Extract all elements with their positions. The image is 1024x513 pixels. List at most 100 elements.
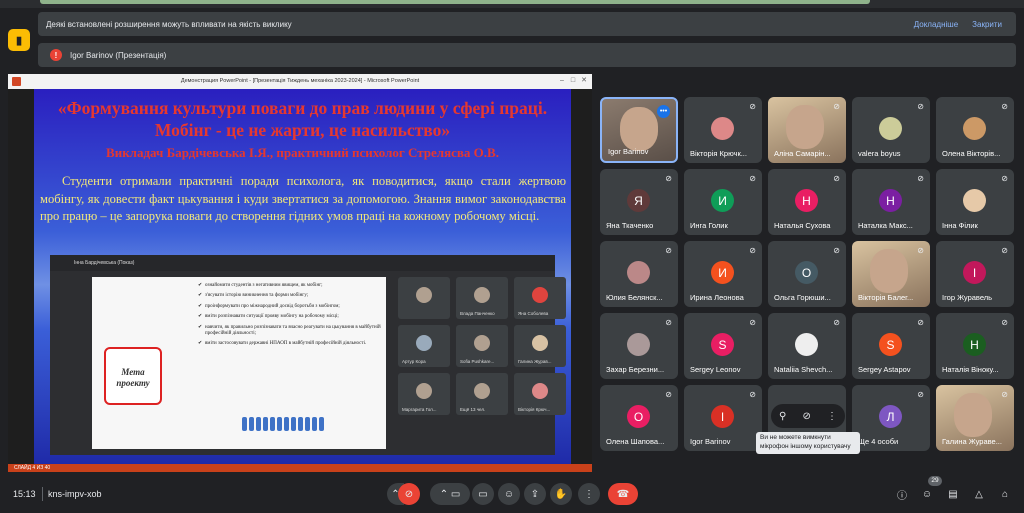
inner-tile: Яна Соболева	[514, 277, 566, 319]
participant-name: Наталья Сухова	[774, 221, 831, 230]
participant-tile[interactable]: I ⊘ Igor Barinov	[684, 385, 762, 451]
ppt-window-title: Демонстрация PowerPoint - [Презентація Т…	[8, 74, 592, 89]
activities-icon[interactable]: △	[970, 485, 988, 503]
camera-button[interactable]: ⌃ ▭	[430, 483, 470, 505]
inner-tile-name: Галина Журав...	[518, 359, 552, 364]
participant-name: Юлия Белянск...	[606, 293, 663, 302]
participant-name: Nataliia Shevch...	[774, 365, 833, 374]
captions-icon[interactable]: ▭	[472, 483, 494, 505]
participant-tile[interactable]: ••• Igor Barinov	[600, 97, 678, 163]
participant-tile[interactable]: Н ⊘ Наталья Сухова	[768, 169, 846, 235]
close-window-icon[interactable]: ✕	[580, 77, 588, 85]
goal-item: з'ясувати історію виникнення та форми мо…	[198, 293, 383, 300]
participant-name: Igor Barinov	[608, 147, 649, 156]
avatar: О	[627, 405, 650, 428]
mic-off-icon: ⊘	[749, 102, 756, 111]
participant-tile[interactable]: Я ⊘ Яна Ткаченко	[600, 169, 678, 235]
presentation-banner: ! Igor Barinov (Презентація)	[38, 43, 1016, 67]
mic-off-icon: ⊘	[665, 246, 672, 255]
participant-tile[interactable]: ⊘ Вікторія Балег...	[852, 241, 930, 307]
more-options-icon[interactable]: ⋮	[578, 483, 600, 505]
participant-tile[interactable]: ⊘ valera boyus	[852, 97, 930, 163]
participant-tile[interactable]: ⊘ Захар Березни...	[600, 313, 678, 379]
raise-hand-icon[interactable]: ✋	[550, 483, 572, 505]
participant-name: valera boyus	[858, 149, 901, 158]
participant-name: Захар Березни...	[606, 365, 665, 374]
video-feed	[786, 105, 824, 149]
participant-tile[interactable]: ⊘ Юлия Белянск...	[600, 241, 678, 307]
participant-tile[interactable]: ⊘ Олена Вікторів...	[936, 97, 1014, 163]
participant-tile[interactable]: І ⊘ Ігор Журавель	[936, 241, 1014, 307]
participant-name: Вікторія Крючк...	[690, 149, 747, 158]
details-link[interactable]: Докладніше	[914, 20, 958, 29]
participant-tile[interactable]: И ⊘ Ирина Леонова	[684, 241, 762, 307]
goal-item: навчити, як правильно розпізнавати та вч…	[198, 325, 383, 338]
inner-tile: Артур Кора	[398, 325, 450, 367]
participant-name: Sergey Leonov	[690, 365, 741, 374]
close-link[interactable]: Закрити	[972, 20, 1002, 29]
inner-tile-name: Ещё 13 чел.	[460, 407, 486, 412]
avatar	[963, 117, 986, 140]
pin-icon[interactable]: ⚲	[779, 411, 786, 422]
mic-off-icon: ⊘	[833, 174, 840, 183]
maximize-icon[interactable]: □	[569, 77, 577, 85]
info-icon[interactable]: ⓘ	[893, 485, 911, 503]
mic-off-icon: ⊘	[917, 318, 924, 327]
clock: 15:13	[13, 489, 36, 499]
ppt-title-text: Демонстрация PowerPoint - [Презентація Т…	[180, 78, 420, 84]
participant-tile[interactable]: ⊘ Інна Філик	[936, 169, 1014, 235]
participant-tile[interactable]: Н ⊘ Наталія Віноку...	[936, 313, 1014, 379]
participant-name: Аліна Самарін...	[774, 149, 831, 158]
activities-tile-icon[interactable]: ▮	[8, 29, 30, 51]
emoji-icon[interactable]: ☺	[498, 483, 520, 505]
inner-tile: Влада Панченко	[456, 277, 508, 319]
participant-tile[interactable]: ⊘ Галина Жураве...	[936, 385, 1014, 451]
presentation-alert-icon: !	[50, 49, 62, 61]
meta-project-sign: Мета проекту	[104, 347, 162, 405]
mic-off-icon: ⊘	[665, 318, 672, 327]
inner-avatar	[474, 287, 490, 303]
participant-tile[interactable]: Л ⊘ Ще 4 особи	[852, 385, 930, 451]
participant-tile[interactable]: ⊘ Аліна Самарін...	[768, 97, 846, 163]
end-call-button[interactable]: ☎	[608, 483, 638, 505]
inner-tile-name: Вікторія Крюч...	[518, 407, 551, 412]
goals-list: ознайомити студентів з негативним явищем…	[198, 283, 383, 352]
participant-tile[interactable]: О ⊘ Ольга Горюши...	[768, 241, 846, 307]
inner-tile: Sofia Pushkare...	[456, 325, 508, 367]
mic-off-icon: ⊘	[1001, 318, 1008, 327]
participant-name: Ольга Горюши...	[774, 293, 831, 302]
inner-header: Інна Бардічевська (Показ)	[50, 255, 555, 271]
inner-tile: Вікторія Крюч...	[514, 373, 566, 415]
goal-item: вміти застосовувати державні НПАОП в май…	[198, 341, 383, 348]
mic-off-icon: ⊘	[665, 390, 672, 399]
goal-item: проінформувати про міжнародний досвід бо…	[198, 304, 383, 311]
participant-tile[interactable]: И ⊘ Инга Голик	[684, 169, 762, 235]
people-icon[interactable]: ☺	[918, 485, 936, 503]
more-options-icon[interactable]: •••	[657, 105, 670, 118]
mic-off-icon: ⊘	[749, 318, 756, 327]
participant-tile[interactable]: ⊘ Nataliia Shevch...	[768, 313, 846, 379]
inner-tile: Ещё 13 чел.	[456, 373, 508, 415]
mic-off-icon: ⊘	[749, 174, 756, 183]
inner-avatar	[416, 287, 432, 303]
mic-off-icon: ⊘	[833, 102, 840, 111]
mic-off-icon: ⊘	[1001, 174, 1008, 183]
meeting-code: kns-impv-xob	[48, 489, 102, 499]
inner-participant-grid: Влада Панченко Яна Соболева Артур Кора S…	[398, 277, 566, 415]
chat-icon[interactable]: ▤	[944, 485, 962, 503]
minimize-icon[interactable]: –	[558, 77, 566, 85]
present-icon[interactable]: ⇪	[524, 483, 546, 505]
participant-tile[interactable]: ⊘ Вікторія Крючк...	[684, 97, 762, 163]
mic-off-icon[interactable]: ⊘	[802, 411, 810, 422]
participant-tile[interactable]: S ⊘ Sergey Astapov	[852, 313, 930, 379]
divider	[42, 487, 43, 501]
participant-tile[interactable]: Н ⊘ Наталка Макс...	[852, 169, 930, 235]
goal-item: вміти розпізнавати ситуації прояву мобін…	[198, 314, 383, 321]
host-controls-icon[interactable]: ⌂	[996, 485, 1014, 503]
participant-tile[interactable]: О ⊘ Олена Шапова...	[600, 385, 678, 451]
browser-top-strip	[0, 0, 1024, 8]
participant-tile[interactable]: S ⊘ Sergey Leonov	[684, 313, 762, 379]
avatar: Л	[879, 405, 902, 428]
more-vert-icon[interactable]: ⋮	[827, 411, 837, 422]
mic-off-button[interactable]: ⊘	[398, 483, 420, 505]
